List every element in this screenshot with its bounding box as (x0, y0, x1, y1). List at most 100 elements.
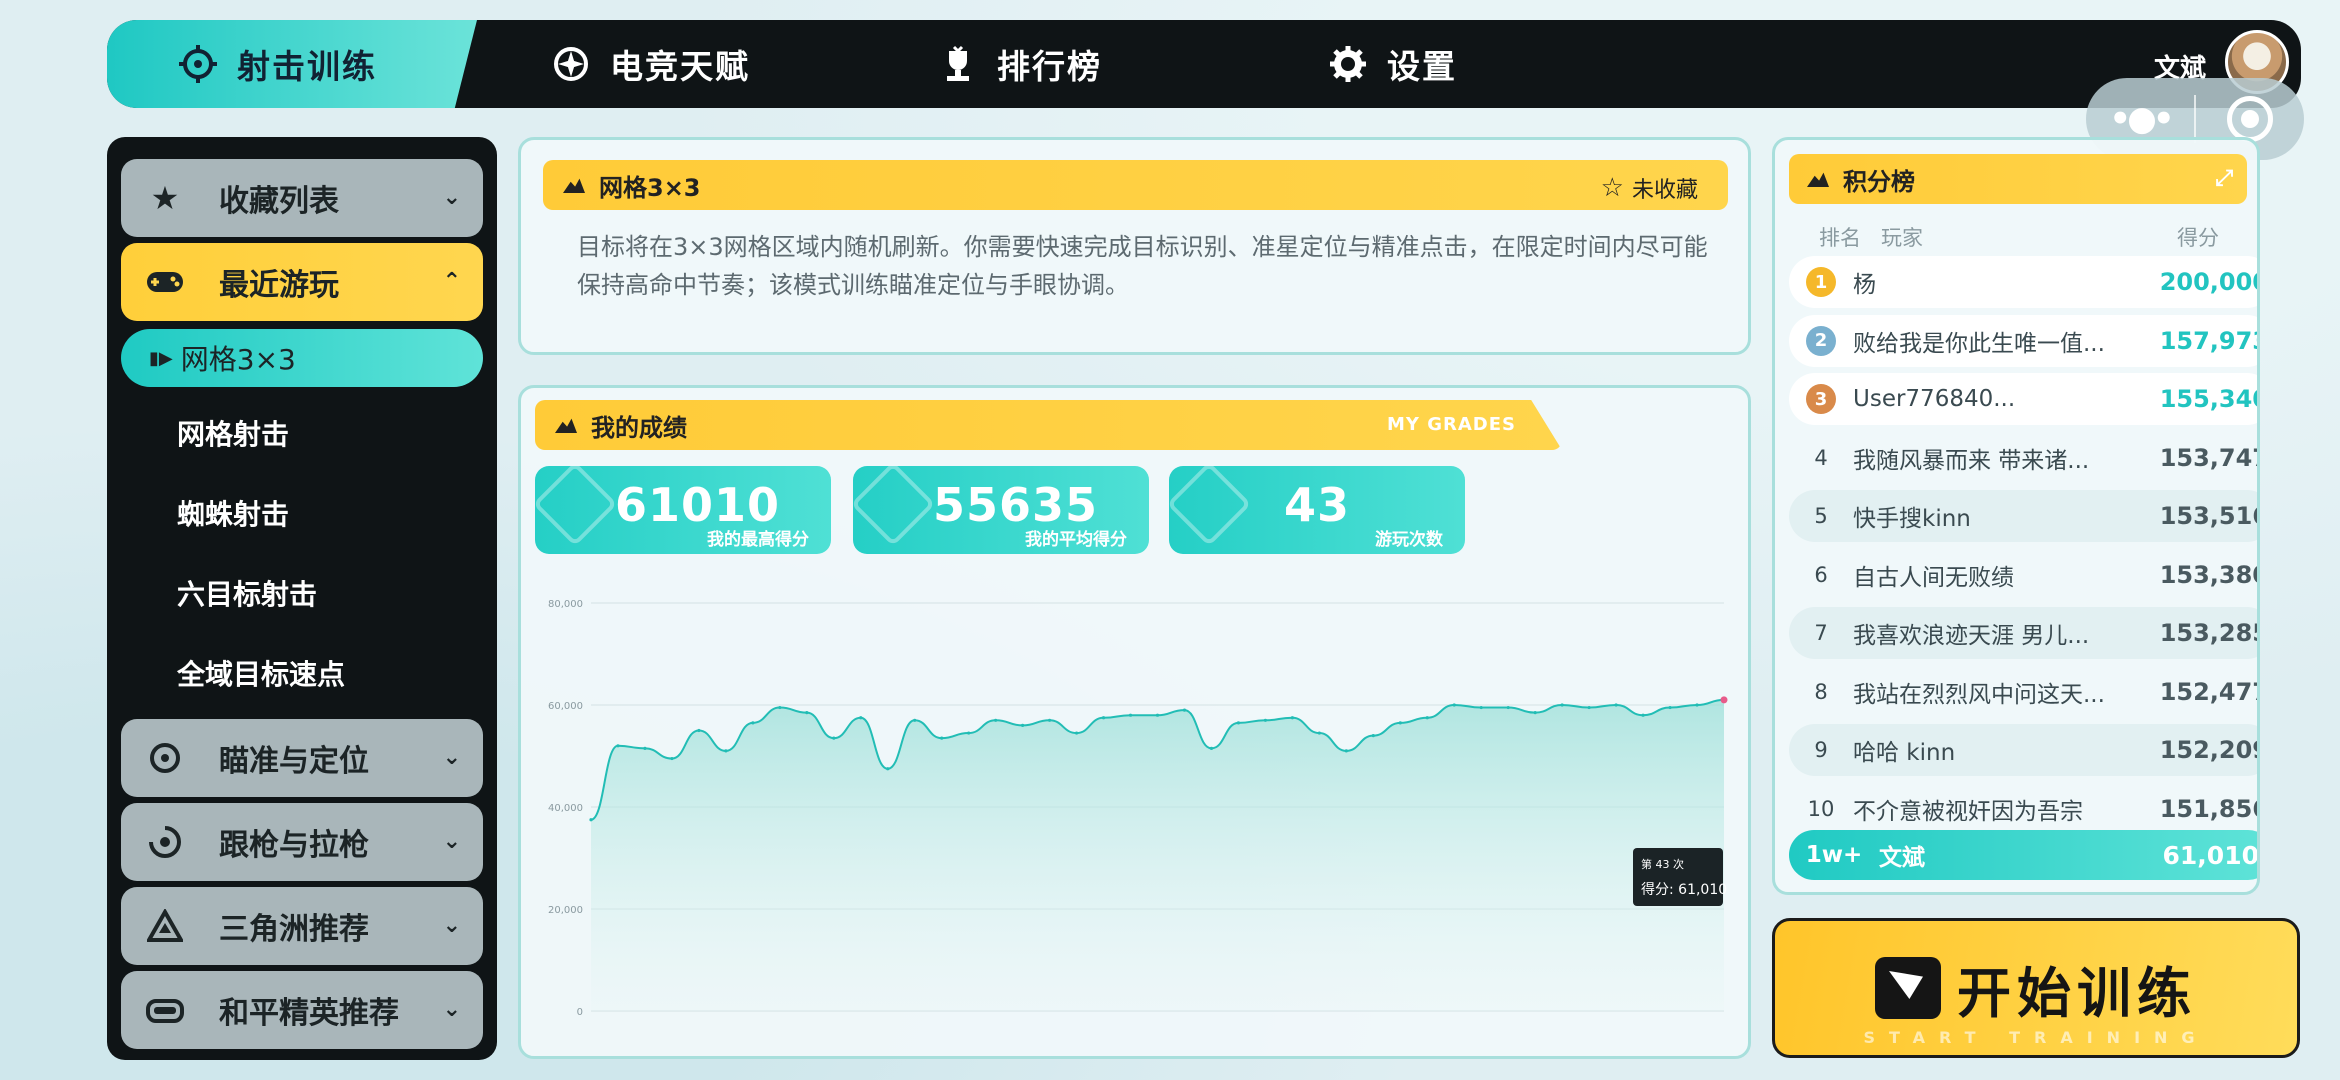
leaderboard-list: 1 杨 200,000 2 败给我是你此生唯一值... 157,973 3 User77684… (1789, 256, 2257, 892)
data-point[interactable] (1047, 718, 1052, 722)
sidebar-link-global-target[interactable]: 全域目标速点 (121, 633, 483, 713)
data-point[interactable] (1344, 749, 1348, 753)
data-point[interactable] (589, 818, 593, 822)
tab-leaderboard[interactable]: 排行榜 (939, 20, 1102, 108)
expand-icon[interactable]: ⤢ (2215, 166, 2233, 191)
data-point[interactable] (1452, 703, 1456, 707)
y-tick-label: 80,000 (548, 599, 583, 610)
row-player-name: 自古人间无败绩 (1853, 564, 2014, 591)
tab-label: 电竞天赋 (610, 47, 750, 86)
row-player-name: 杨 (1853, 272, 1876, 298)
leaderboard-row[interactable]: 7 我喜欢浪迹天涯 男儿... 153,285 (1789, 607, 2257, 659)
sidebar-item-peace-elite[interactable]: 和平精英推荐 ⌄ (121, 971, 483, 1049)
leaderboard-row[interactable]: 6 自古人间无败绩 153,380 (1789, 548, 2257, 601)
data-point[interactable] (1479, 705, 1483, 710)
data-point[interactable] (778, 705, 782, 710)
data-point[interactable] (1506, 705, 1510, 710)
data-point[interactable] (1668, 705, 1672, 710)
leaderboard-row[interactable]: 8 我站在烈烈风中问这天... 152,477 (1789, 665, 2257, 718)
row-score: 153,747 (2159, 443, 2260, 472)
data-point[interactable] (724, 749, 728, 753)
leaderboard-header: 积分榜 ⤢ (1789, 154, 2247, 204)
chevron-up-icon: ⌃ (442, 269, 461, 294)
sidebar-item-tracking[interactable]: 跟枪与拉枪 ⌄ (121, 803, 483, 881)
leaderboard-row[interactable]: 4 我随风暴而来 带来诸... 153,747 (1789, 431, 2260, 484)
favorite-button[interactable]: ☆ 未收藏 (1601, 172, 1698, 204)
leaderboard-row[interactable]: 10 不介意被视奸因为吾宗 151,856 (1789, 782, 2257, 835)
mode-description: 目标将在3×3网格区域内随机刷新。你需要快速完成目标识别、准星定位与精准点击，在… (577, 233, 1708, 299)
data-point[interactable] (859, 716, 863, 720)
data-point[interactable] (1155, 713, 1160, 717)
sidebar-link-grid-shooting[interactable]: 网格射击 (121, 393, 483, 473)
tab-settings[interactable]: 设置 (1329, 20, 1457, 108)
favorite-label: 未收藏 (1631, 178, 1698, 203)
row-player-name: 我站在烈烈风中问这天... (1853, 681, 2105, 708)
data-point[interactable] (805, 711, 809, 715)
sidebar-subitem-current[interactable]: ▮▶ 网格3×3 (121, 329, 483, 387)
data-point[interactable] (1317, 731, 1321, 735)
crosshair-icon (179, 45, 217, 83)
target-icon (145, 738, 185, 778)
data-point[interactable] (1695, 703, 1699, 707)
leaderboard-row[interactable]: 3 User776840... 155,340 (1789, 373, 2257, 425)
leaderboard-row[interactable]: 5 快手搜kinn 153,516 (1789, 490, 2257, 542)
sidebar-item-favorites[interactable]: ★ 收藏列表 ⌄ (121, 159, 483, 237)
data-point[interactable] (751, 721, 755, 725)
close-mini-program-icon[interactable] (2196, 96, 2304, 142)
medal-icon: 1 (1806, 267, 1836, 297)
y-tick-label: 20,000 (548, 905, 583, 916)
my-rank-row[interactable]: 1w+ 文斌 61,010 (1789, 830, 2257, 880)
data-point[interactable] (1021, 723, 1025, 727)
start-training-button[interactable]: 开始训练 START TRAINING (1772, 918, 2300, 1058)
data-point[interactable] (1290, 716, 1294, 720)
sidebar-item-aim-locate[interactable]: 瞄准与定位 ⌄ (121, 719, 483, 797)
tab-esports-talent[interactable]: 电竞天赋 (552, 20, 750, 108)
data-point[interactable] (967, 731, 971, 735)
data-point[interactable] (913, 718, 917, 722)
data-point[interactable] (1371, 734, 1375, 738)
data-point[interactable] (1128, 713, 1133, 717)
sidebar-link-spider-shooting[interactable]: 蜘蛛射击 (121, 473, 483, 553)
data-point[interactable] (670, 756, 674, 761)
data-point[interactable] (886, 767, 890, 771)
more-icon[interactable]: •●• (2086, 99, 2194, 139)
leaderboard-row[interactable]: 1 杨 200,000 (1789, 256, 2260, 308)
sidebar-item-delta[interactable]: 三角洲推荐 ⌄ (121, 887, 483, 965)
leaderboard-row[interactable]: 9 哈哈 kinn 152,209 (1789, 724, 2257, 776)
star-burst-icon (535, 466, 618, 547)
sidebar-item-recent[interactable]: 最近游玩 ⌃ (121, 243, 483, 321)
sidebar-link-six-target[interactable]: 六目标射击 (121, 553, 483, 633)
data-point[interactable] (1263, 718, 1268, 722)
data-point[interactable] (1398, 721, 1402, 725)
data-point[interactable] (1236, 721, 1241, 725)
data-point[interactable] (1720, 696, 1728, 704)
brand-logo-icon (1875, 957, 1941, 1019)
sidebar-item-label: 三角洲推荐 (219, 912, 369, 947)
data-point[interactable] (1209, 746, 1214, 750)
data-point[interactable] (697, 728, 701, 733)
grades-title: 我的成绩 (591, 413, 687, 442)
start-training-label-en: START TRAINING (1863, 1028, 2209, 1047)
data-point[interactable] (1182, 708, 1187, 712)
score-history-chart[interactable]: 0 20,000 40,000 60,000 80,000 第 43 次 得分: 61,… (541, 578, 1731, 1038)
data-point[interactable] (1560, 703, 1564, 707)
row-score: 200,000 (2159, 268, 2260, 296)
data-point[interactable] (1614, 703, 1618, 707)
data-point[interactable] (1425, 716, 1429, 720)
data-point[interactable] (1074, 731, 1079, 735)
data-point[interactable] (994, 718, 998, 722)
data-point[interactable] (1101, 716, 1106, 720)
data-point[interactable] (1641, 713, 1645, 717)
tab-label: 射击训练 (237, 47, 377, 86)
data-point[interactable] (940, 736, 944, 740)
y-tick-label: 0 (577, 1007, 583, 1018)
data-point[interactable] (1533, 711, 1537, 715)
sidebar-subitem-label: 网格3×3 (180, 343, 296, 376)
top-nav: 射击训练 电竞天赋 排行榜 设置 文斌 (107, 20, 2301, 108)
data-point[interactable] (616, 744, 620, 748)
leaderboard-row[interactable]: 2 败给我是你此生唯一值... 157,973 (1789, 314, 2257, 367)
data-point[interactable] (643, 746, 647, 750)
data-point[interactable] (1587, 705, 1591, 710)
tab-shooting-training[interactable]: 射击训练 (107, 20, 477, 108)
data-point[interactable] (832, 736, 836, 740)
